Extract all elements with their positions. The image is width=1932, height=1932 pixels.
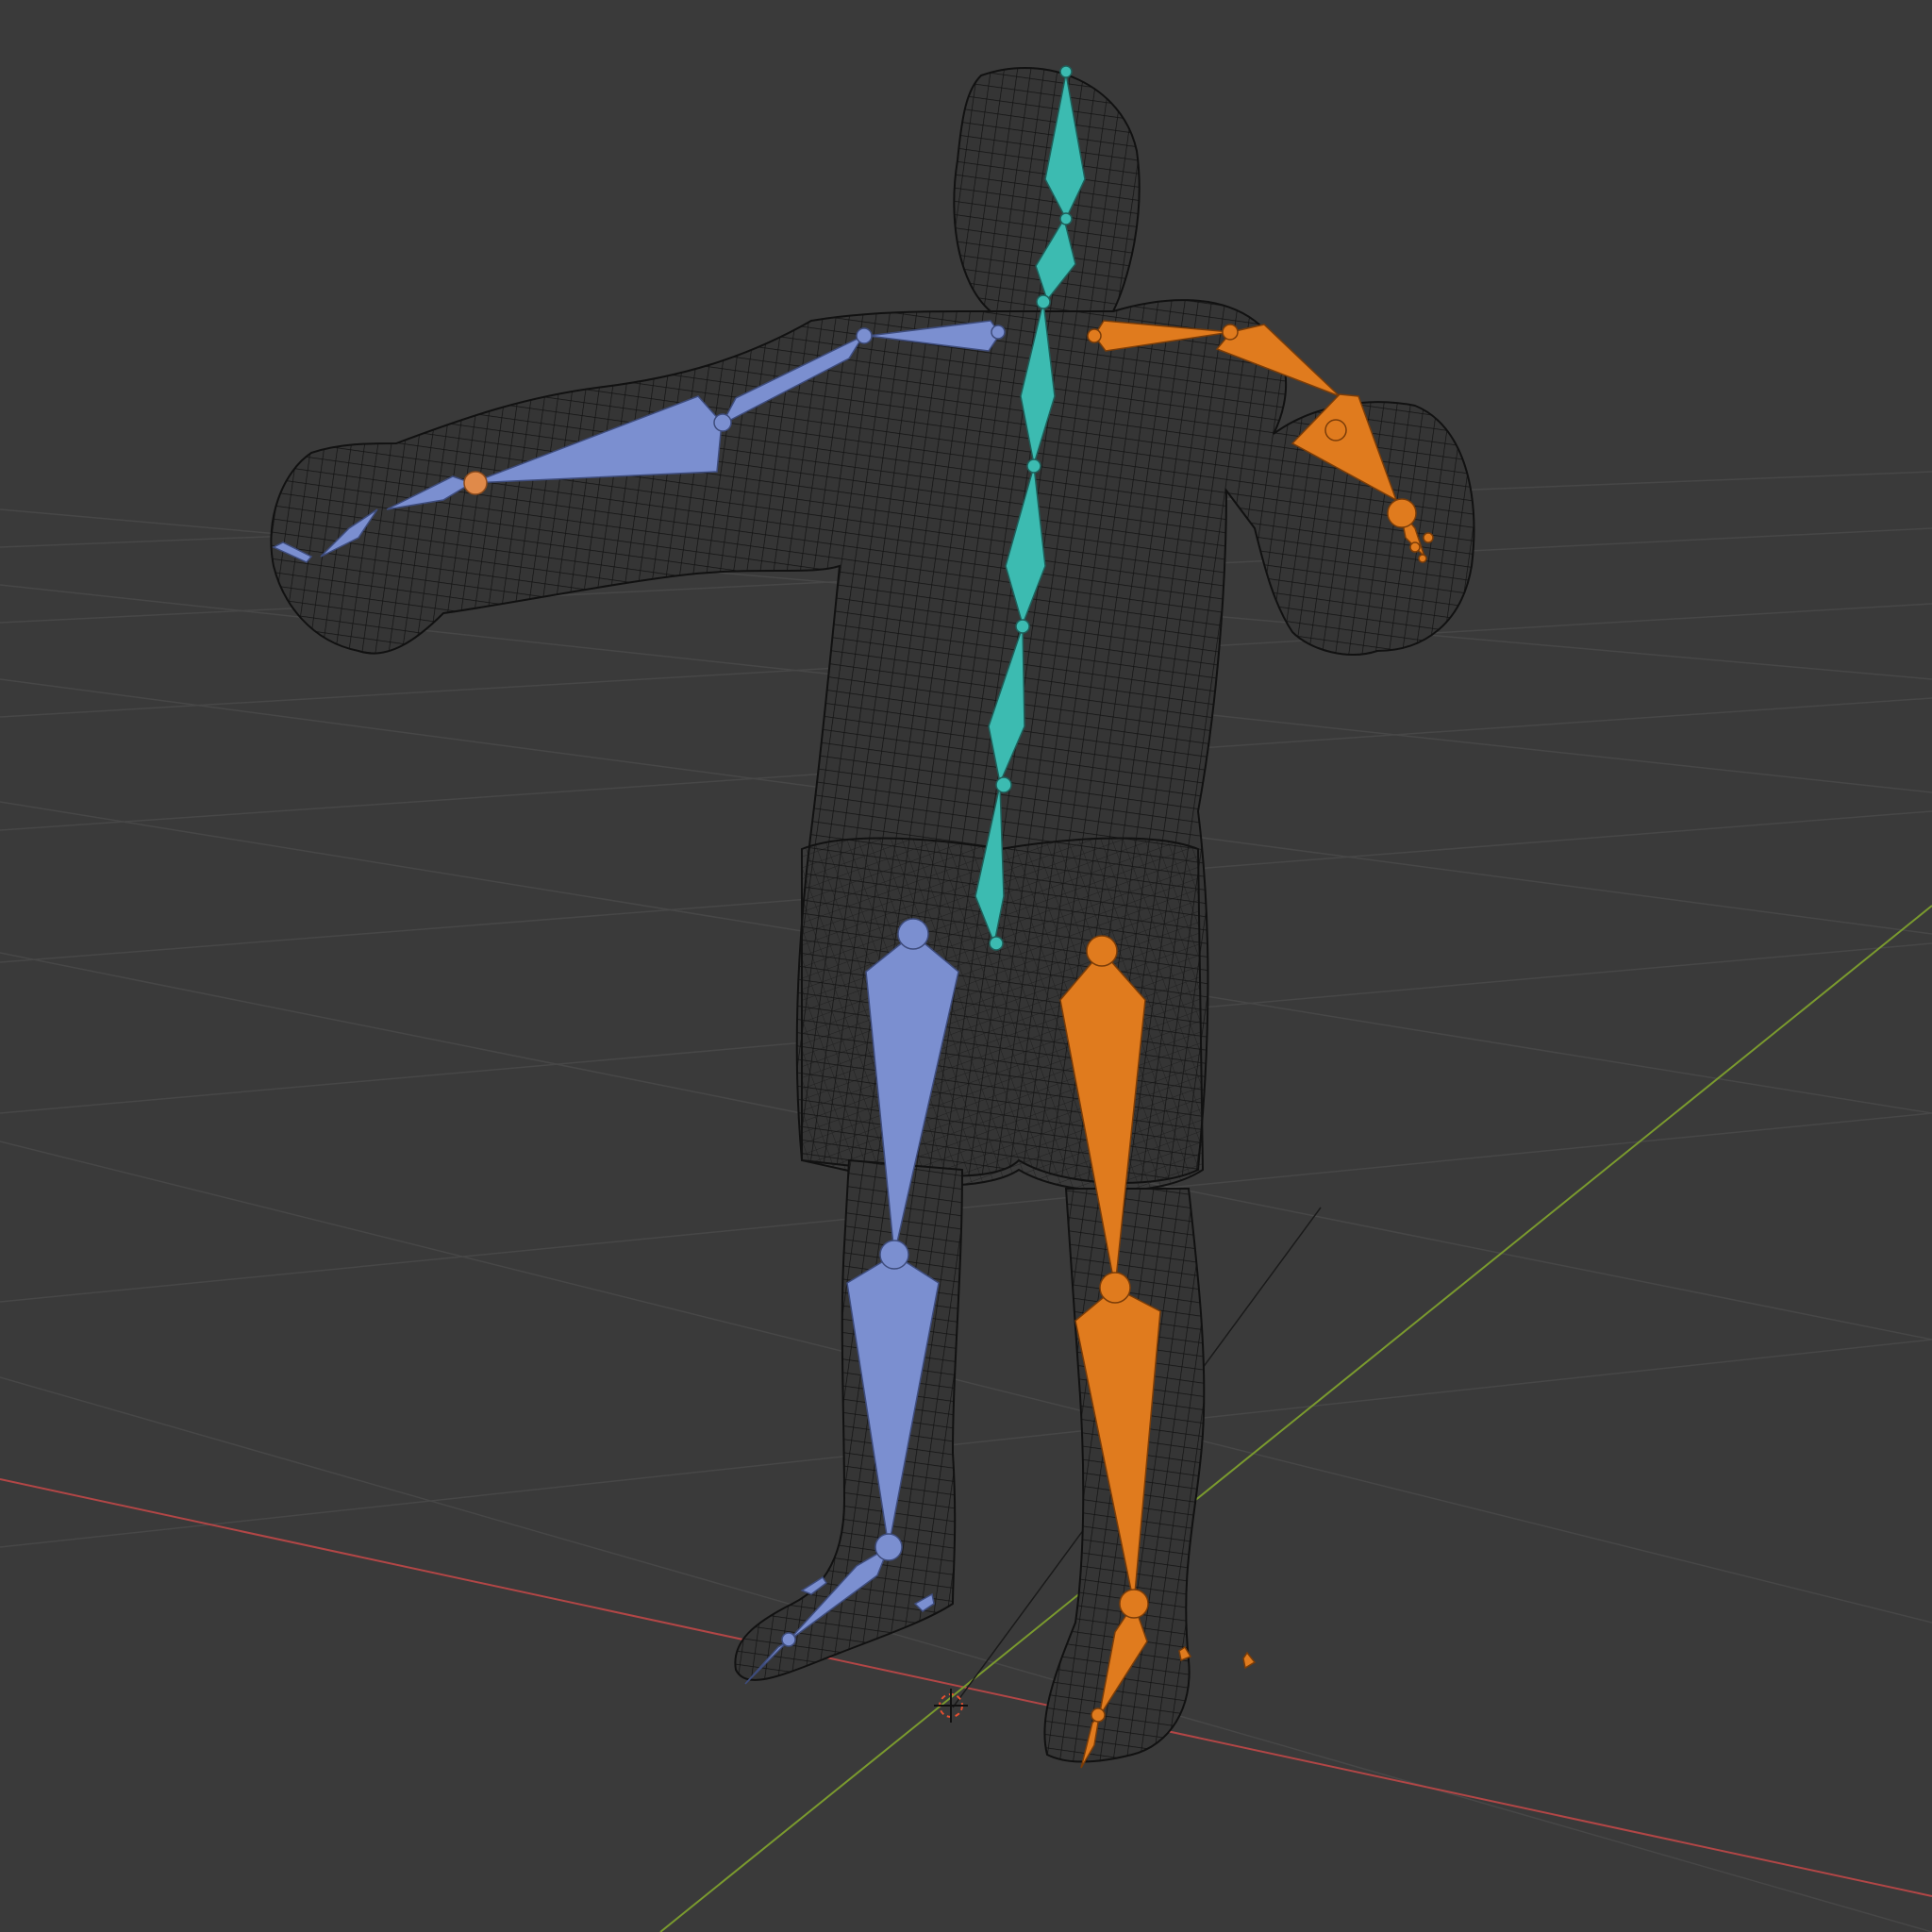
joint-ankle-left[interactable] bbox=[874, 1533, 903, 1561]
joint-hip-left[interactable] bbox=[897, 918, 929, 950]
joint-pelvis-tail[interactable] bbox=[989, 936, 1004, 951]
joint-finger-right-c[interactable] bbox=[1418, 554, 1427, 563]
joint-ball-left[interactable] bbox=[781, 1632, 796, 1647]
joint-elbow-right[interactable] bbox=[1324, 419, 1347, 441]
joint-wrist-right[interactable] bbox=[1387, 498, 1417, 528]
joint-head-top[interactable] bbox=[1059, 65, 1073, 78]
joint-chest[interactable] bbox=[1036, 294, 1051, 309]
joint-ankle-right[interactable] bbox=[1119, 1589, 1149, 1619]
joint-waist[interactable] bbox=[1015, 619, 1030, 634]
joint-finger-right-a[interactable] bbox=[1409, 541, 1421, 553]
joint-clavicle-right[interactable] bbox=[1087, 328, 1102, 343]
joint-hip-right[interactable] bbox=[1086, 935, 1118, 967]
joint-knee-left[interactable] bbox=[879, 1240, 909, 1270]
joint-knee-right[interactable] bbox=[1099, 1272, 1131, 1304]
joint-clavicle-left[interactable] bbox=[991, 325, 1006, 340]
joint-finger-right-b[interactable] bbox=[1423, 532, 1434, 543]
joint-spine[interactable] bbox=[1026, 458, 1041, 474]
joint-shoulder-right[interactable] bbox=[1222, 324, 1239, 341]
joint-shoulder-left[interactable] bbox=[856, 327, 873, 344]
joint-wrist-left[interactable] bbox=[463, 471, 488, 495]
joint-elbow-left[interactable] bbox=[713, 413, 732, 432]
joint-hip-root[interactable] bbox=[995, 776, 1012, 793]
joint-ball-right[interactable] bbox=[1091, 1707, 1106, 1723]
joint-neck[interactable] bbox=[1059, 212, 1073, 225]
3d-viewport[interactable] bbox=[0, 0, 1932, 1932]
